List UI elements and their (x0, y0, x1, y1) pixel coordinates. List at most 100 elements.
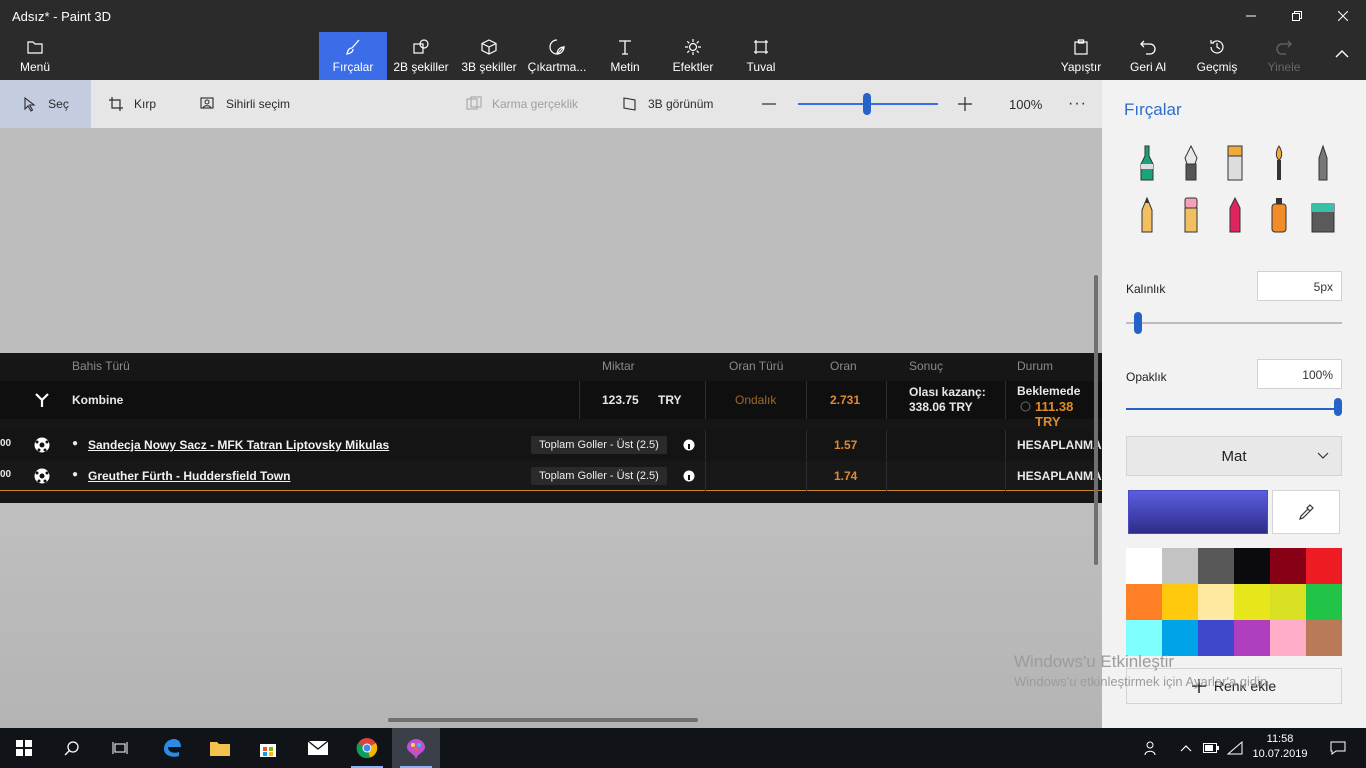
brushes-panel: Fırçalar Kalınlık 5px Opaklık 100% Mat R… (1102, 80, 1366, 728)
eyedropper-button[interactable] (1272, 490, 1340, 534)
tab-stickers[interactable]: Çıkartma... (525, 32, 589, 80)
zoom-level: 100% (1009, 96, 1043, 112)
palette-swatch[interactable] (1198, 620, 1234, 656)
vertical-scrollbar[interactable] (1094, 275, 1098, 565)
match-link[interactable]: Greuther Fürth - Huddersfield Town (88, 469, 290, 483)
watercolor-brush-icon[interactable] (1266, 144, 1292, 182)
view-3d-button[interactable]: 3B görünüm (622, 80, 713, 128)
folder-icon (27, 41, 43, 54)
system-clock[interactable]: 11:58 10.07.2019 (1250, 732, 1310, 762)
history-icon (1210, 40, 1224, 54)
calligraphy-pen-icon[interactable] (1178, 144, 1204, 182)
palette-swatch[interactable] (1270, 548, 1306, 584)
close-button[interactable] (1320, 0, 1366, 32)
action-center-button[interactable] (1314, 728, 1362, 768)
palette-swatch[interactable] (1270, 620, 1306, 656)
pixel-pen-icon[interactable] (1310, 144, 1336, 182)
palette-swatch[interactable] (1162, 548, 1198, 584)
history-label: Geçmiş (1196, 60, 1238, 74)
wifi-button[interactable] (1222, 728, 1248, 768)
edge-taskbar-button[interactable] (148, 728, 196, 768)
undo-button[interactable]: Geri Al (1124, 32, 1172, 80)
task-view-button[interactable] (96, 728, 144, 768)
chrome-button[interactable] (343, 728, 391, 768)
palette-swatch[interactable] (1126, 584, 1162, 620)
pencil-icon[interactable] (1134, 196, 1160, 234)
plus-icon (958, 97, 972, 111)
tab-brushes[interactable]: Fırçalar (319, 32, 387, 80)
thickness-slider-track[interactable] (1126, 322, 1342, 324)
paint3d-taskbar-button[interactable] (392, 728, 440, 768)
people-button[interactable] (1128, 728, 1176, 768)
palette-swatch[interactable] (1306, 584, 1342, 620)
palette-swatch[interactable] (1162, 584, 1198, 620)
currency-value: TRY (658, 393, 682, 407)
palette-swatch[interactable] (1234, 620, 1270, 656)
spray-can-icon[interactable] (1266, 196, 1292, 234)
file-explorer-button[interactable] (196, 728, 244, 768)
zoom-in-button[interactable] (957, 80, 973, 128)
current-color-swatch[interactable] (1128, 490, 1268, 534)
drawing-canvas[interactable]: Bahis Türü Miktar Oran Türü Oran Sonuç D… (0, 128, 1102, 728)
battery-button[interactable] (1198, 728, 1224, 768)
clock-date: 10.07.2019 (1252, 748, 1308, 760)
thickness-slider-thumb[interactable] (1134, 312, 1142, 334)
thickness-input[interactable]: 5px (1257, 271, 1342, 301)
tab-2d-shapes[interactable]: 2B şekiller (389, 32, 453, 80)
opacity-slider-track[interactable] (1126, 408, 1342, 410)
search-button[interactable] (48, 728, 96, 768)
palette-swatch[interactable] (1198, 548, 1234, 584)
palette-swatch[interactable] (1162, 620, 1198, 656)
cube-icon (481, 39, 497, 55)
store-button[interactable] (244, 728, 292, 768)
windows-icon (16, 740, 32, 756)
more-options-button[interactable]: ··· (1068, 80, 1087, 128)
thickness-label: Kalınlık (1126, 282, 1166, 296)
chrome-icon (356, 738, 378, 759)
opacity-input[interactable]: 100% (1257, 359, 1342, 389)
minimize-button[interactable] (1228, 0, 1274, 32)
crayon-icon[interactable] (1222, 196, 1248, 234)
palette-swatch[interactable] (1306, 620, 1342, 656)
palette-swatch[interactable] (1234, 584, 1270, 620)
palette-swatch[interactable] (1234, 548, 1270, 584)
tab-3d-shapes[interactable]: 3B şekiller (457, 32, 521, 80)
header-status: Durum (1017, 359, 1054, 373)
collapse-toolbar-button[interactable] (1320, 32, 1364, 80)
mail-button[interactable] (294, 728, 342, 768)
tab-text[interactable]: Metin (600, 32, 650, 80)
paste-button[interactable]: Yapıştır (1056, 32, 1106, 80)
palette-swatch[interactable] (1270, 584, 1306, 620)
start-button[interactable] (0, 728, 48, 768)
finish-dropdown[interactable]: Mat (1126, 436, 1342, 476)
redo-button[interactable]: Yinele (1260, 32, 1308, 80)
crop-tool-button[interactable]: Kırp (108, 80, 156, 128)
minimize-icon (1246, 15, 1256, 17)
match-prefix: 00 (0, 438, 12, 449)
oil-brush-icon[interactable] (1222, 144, 1248, 182)
bet-slip-image: Bahis Türü Miktar Oran Türü Oran Sonuç D… (0, 353, 1102, 503)
fill-bucket-icon[interactable] (1310, 196, 1336, 234)
palette-swatch[interactable] (1306, 548, 1342, 584)
tab-effects[interactable]: Efektler (666, 32, 720, 80)
palette-swatch[interactable] (1126, 548, 1162, 584)
horizontal-scrollbar[interactable] (388, 718, 698, 722)
magic-select-button[interactable]: Sihirli seçim (200, 80, 290, 128)
zoom-out-button[interactable] (761, 80, 777, 128)
show-hidden-icons-button[interactable] (1172, 728, 1200, 768)
zoom-slider-thumb[interactable] (863, 93, 871, 115)
history-button[interactable]: Geçmiş (1192, 32, 1242, 80)
mixed-reality-button[interactable]: Karma gerçeklik (466, 80, 578, 128)
tab-canvas[interactable]: Tuval (737, 32, 785, 80)
odds-value: 2.731 (830, 393, 861, 407)
palette-swatch[interactable] (1126, 620, 1162, 656)
palette-swatch[interactable] (1198, 584, 1234, 620)
marker-brush-icon[interactable] (1134, 144, 1160, 182)
restore-button[interactable] (1274, 0, 1320, 32)
opacity-slider-thumb[interactable] (1334, 398, 1342, 416)
tab-3d-shapes-label: 3B şekiller (461, 60, 517, 74)
select-tool-button[interactable]: Seç (0, 80, 91, 128)
menu-button[interactable]: Menü (10, 32, 60, 80)
eraser-icon[interactable] (1178, 196, 1204, 234)
match-link[interactable]: Sandecja Nowy Sacz - MFK Tatran Liptovsk… (88, 438, 389, 452)
